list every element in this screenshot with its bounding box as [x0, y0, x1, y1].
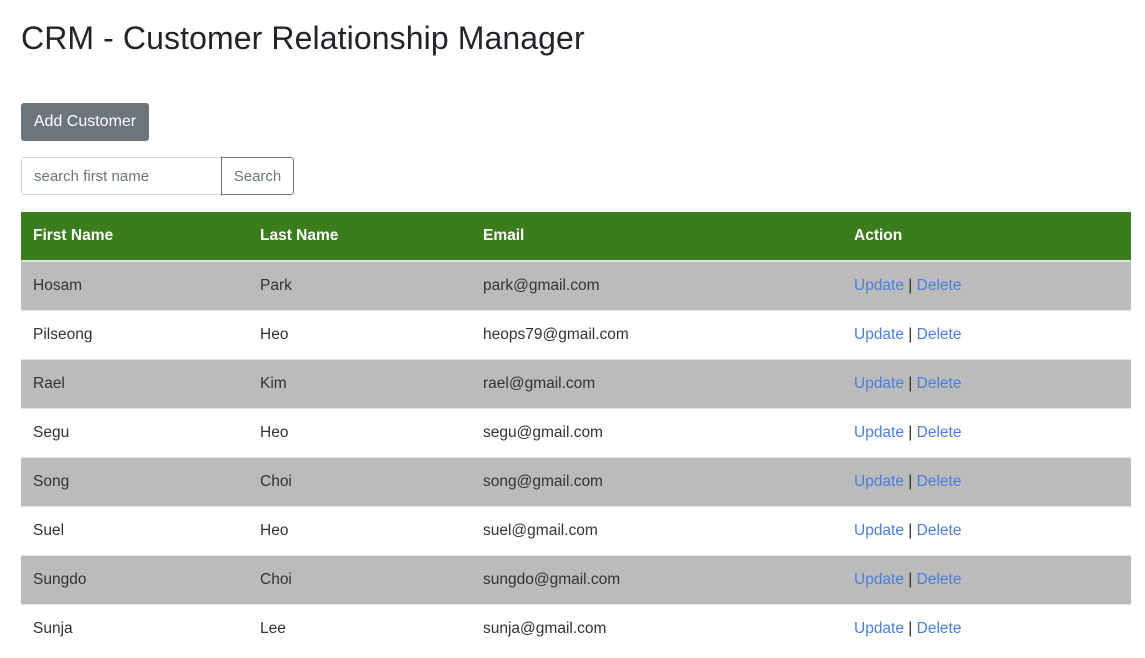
update-link[interactable]: Update	[854, 522, 904, 539]
cell-action: Update | Delete	[842, 505, 1131, 555]
customer-table: First Name Last Name Email Action Hosam …	[21, 212, 1131, 653]
action-separator: |	[908, 521, 913, 539]
cell-email: park@gmail.com	[471, 260, 842, 310]
delete-link[interactable]: Delete	[917, 473, 962, 490]
table-row: Song Choi song@gmail.com Update | Delete	[21, 456, 1131, 506]
delete-link[interactable]: Delete	[917, 620, 962, 637]
cell-action: Update | Delete	[842, 456, 1131, 506]
cell-action: Update | Delete	[842, 309, 1131, 359]
action-separator: |	[908, 619, 913, 637]
action-separator: |	[908, 570, 913, 588]
update-link[interactable]: Update	[854, 277, 904, 294]
column-header-first-name: First Name	[21, 212, 248, 262]
cell-email: song@gmail.com	[471, 456, 842, 506]
cell-first-name: Suel	[21, 505, 248, 555]
cell-email: sungdo@gmail.com	[471, 554, 842, 604]
search-button[interactable]: Search	[221, 157, 294, 195]
cell-last-name: Choi	[248, 554, 471, 604]
cell-email: suel@gmail.com	[471, 505, 842, 555]
cell-last-name: Choi	[248, 456, 471, 506]
action-separator: |	[908, 276, 913, 294]
table-body: Hosam Park park@gmail.com Update | Delet…	[21, 260, 1131, 653]
column-header-last-name: Last Name	[248, 212, 471, 262]
cell-first-name: Hosam	[21, 260, 248, 310]
update-link[interactable]: Update	[854, 326, 904, 343]
update-link[interactable]: Update	[854, 571, 904, 588]
delete-link[interactable]: Delete	[917, 424, 962, 441]
delete-link[interactable]: Delete	[917, 571, 962, 588]
cell-first-name: Sungdo	[21, 554, 248, 604]
cell-email: segu@gmail.com	[471, 407, 842, 457]
table-header-row: First Name Last Name Email Action	[21, 212, 1131, 262]
update-link[interactable]: Update	[854, 473, 904, 490]
cell-last-name: Kim	[248, 358, 471, 408]
cell-action: Update | Delete	[842, 554, 1131, 604]
action-separator: |	[908, 374, 913, 392]
update-link[interactable]: Update	[854, 424, 904, 441]
table-row: Suel Heo suel@gmail.com Update | Delete	[21, 505, 1131, 555]
cell-last-name: Heo	[248, 505, 471, 555]
delete-link[interactable]: Delete	[917, 326, 962, 343]
cell-last-name: Lee	[248, 603, 471, 653]
cell-action: Update | Delete	[842, 603, 1131, 653]
delete-link[interactable]: Delete	[917, 375, 962, 392]
cell-first-name: Rael	[21, 358, 248, 408]
update-link[interactable]: Update	[854, 375, 904, 392]
table-row: Sungdo Choi sungdo@gmail.com Update | De…	[21, 554, 1131, 604]
cell-email: rael@gmail.com	[471, 358, 842, 408]
cell-email: heops79@gmail.com	[471, 309, 842, 359]
table-row: Pilseong Heo heops79@gmail.com Update | …	[21, 309, 1131, 359]
cell-action: Update | Delete	[842, 407, 1131, 457]
column-header-email: Email	[471, 212, 842, 262]
cell-email: sunja@gmail.com	[471, 603, 842, 653]
delete-link[interactable]: Delete	[917, 277, 962, 294]
cell-action: Update | Delete	[842, 358, 1131, 408]
cell-first-name: Song	[21, 456, 248, 506]
page: CRM - Customer Relationship Manager Add …	[0, 0, 1145, 658]
search-input[interactable]	[21, 157, 221, 195]
search-form: Search	[21, 157, 294, 195]
update-link[interactable]: Update	[854, 620, 904, 637]
table-row: Rael Kim rael@gmail.com Update | Delete	[21, 358, 1131, 408]
add-customer-button[interactable]: Add Customer	[21, 103, 149, 141]
page-title: CRM - Customer Relationship Manager	[21, 20, 585, 56]
cell-first-name: Segu	[21, 407, 248, 457]
action-separator: |	[908, 325, 913, 343]
cell-action: Update | Delete	[842, 260, 1131, 310]
cell-last-name: Heo	[248, 407, 471, 457]
table-row: Hosam Park park@gmail.com Update | Delet…	[21, 260, 1131, 310]
cell-last-name: Park	[248, 260, 471, 310]
table-row: Segu Heo segu@gmail.com Update | Delete	[21, 407, 1131, 457]
delete-link[interactable]: Delete	[917, 522, 962, 539]
cell-first-name: Sunja	[21, 603, 248, 653]
table-row: Sunja Lee sunja@gmail.com Update | Delet…	[21, 603, 1131, 653]
column-header-action: Action	[842, 212, 1131, 262]
action-separator: |	[908, 423, 913, 441]
cell-first-name: Pilseong	[21, 309, 248, 359]
action-separator: |	[908, 472, 913, 490]
cell-last-name: Heo	[248, 309, 471, 359]
